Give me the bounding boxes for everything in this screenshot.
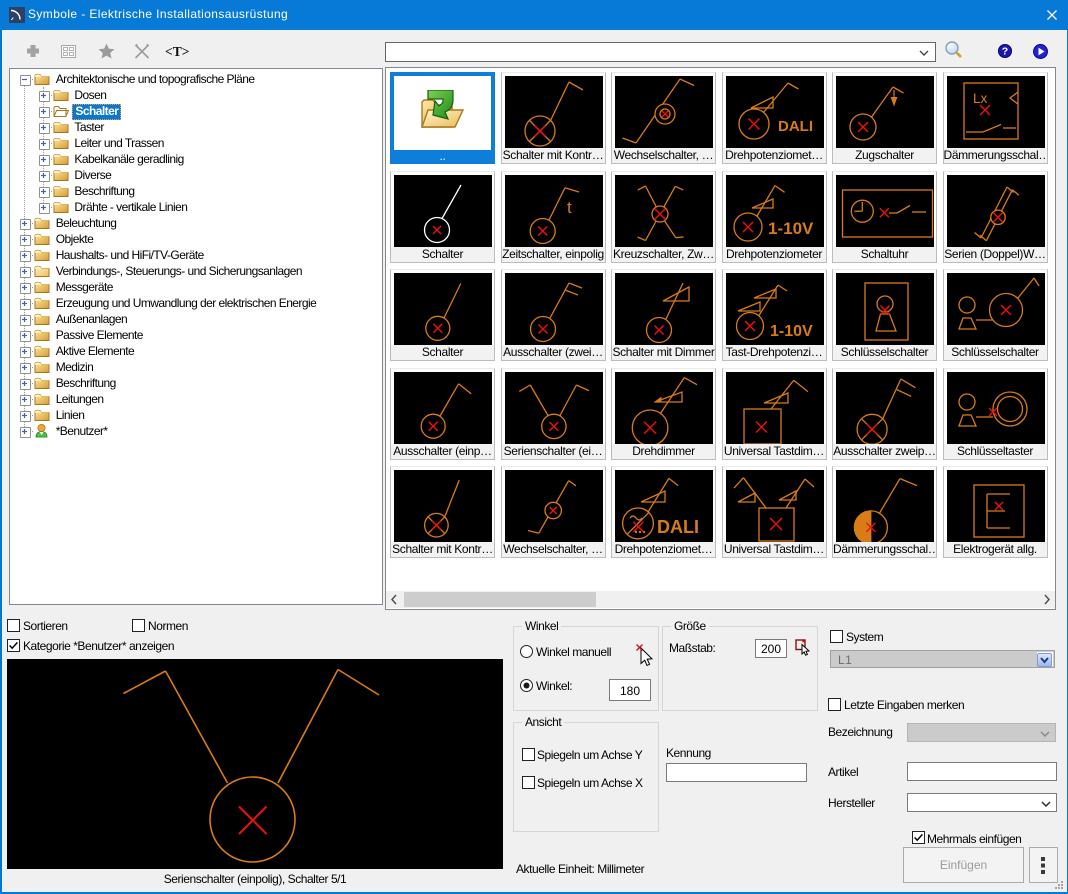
svg-text:?: ? [1002, 46, 1008, 58]
svg-text:DALI: DALI [778, 118, 813, 135]
svg-text:t: t [567, 198, 572, 217]
svg-text:1-10V: 1-10V [770, 323, 813, 340]
svg-text:Lx: Lx [973, 91, 988, 106]
svg-text:1-10V: 1-10V [768, 219, 814, 238]
svg-text:DALI: DALI [657, 517, 699, 537]
